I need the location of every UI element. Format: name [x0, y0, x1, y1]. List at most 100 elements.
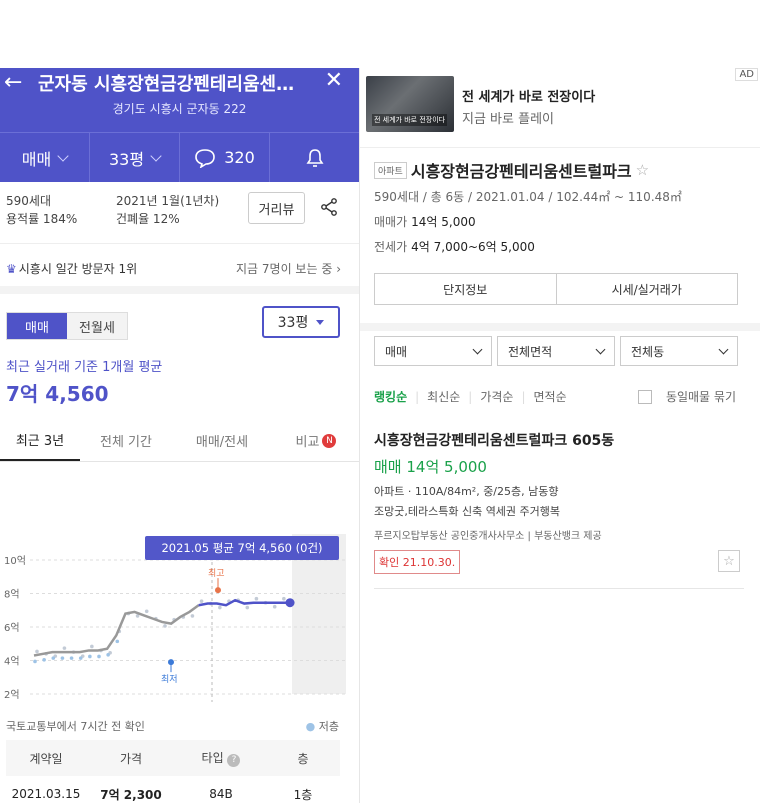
chevron-down-icon [57, 149, 69, 162]
built-date: 2021년 1월(1년차) [116, 194, 220, 208]
visitor-banner[interactable]: ♛ 시흥시 일간 방문자 1위 지금 7명이 보는 중 › [0, 244, 359, 294]
close-icon[interactable]: ✕ [325, 68, 343, 93]
ad-banner[interactable]: 전 세계가 바로 전장이다 전 세계가 바로 전장이다 지금 바로 플레이 AD [360, 68, 760, 148]
back-arrow-icon[interactable]: ← [4, 70, 22, 95]
current-point [285, 598, 295, 608]
tab-recent-3y[interactable]: 최근 3년 [0, 420, 80, 461]
street-view-button[interactable]: 거리뷰 [248, 192, 305, 224]
listing-item[interactable]: 시흥장현금강펜테리움센트럴파크 605동 매매 14억 5,000 아파트 · … [374, 430, 744, 574]
market-price-button[interactable]: 시세/실거래가 [557, 274, 738, 304]
ad-title: 전 세계가 바로 전장이다 [462, 90, 596, 105]
data-source: 국토교통부에서 7시간 전 확인 [6, 720, 145, 733]
area-filter-label: 전체면적 [508, 344, 553, 359]
comment-count: 320 [224, 148, 255, 167]
deal-dot [62, 646, 67, 650]
low-marker [168, 659, 174, 666]
ad-subtitle: 지금 바로 플레이 [462, 112, 554, 127]
deal-dot [282, 596, 286, 601]
segment-sale[interactable]: 매매 [7, 313, 67, 339]
sale-price-line: 매매가 14억 5,000 [374, 213, 754, 230]
building-filter[interactable]: 전체동 [620, 336, 738, 366]
y-tick-label: 6억 [4, 622, 20, 634]
cell-price: 7억 2,300 [100, 787, 162, 802]
complex-info-button[interactable]: 단지정보 [375, 274, 557, 304]
tab-compare[interactable]: 비교 N [272, 420, 359, 461]
divider [360, 323, 760, 331]
comments-button[interactable]: 320 [180, 133, 270, 182]
rent-price-value: 4억 7,000~6억 5,000 [411, 240, 535, 254]
tooltip-text: 2021.05 평균 7억 4,560 (0건) [161, 541, 322, 555]
price-chart[interactable]: 10억8억6억4억2억최고최저2021.05 평균 7억 4,560 (0건)분… [0, 462, 359, 745]
col-type: 타입 ? [176, 749, 266, 767]
deal-dot [272, 604, 277, 609]
complex-name: 시흥장현금강펜테리움센트럴파크 [410, 162, 632, 181]
tab-compare-label: 비교 [295, 435, 320, 450]
y-tick-label: 4억 [4, 656, 20, 668]
group-same-listing-toggle[interactable]: 동일매물 묶기 [637, 388, 744, 405]
area-dropdown-label: 33평 [277, 315, 309, 331]
y-tick-label: 10억 [4, 555, 26, 567]
visitor-rank: 시흥시 일간 방문자 1위 [18, 262, 138, 276]
divider [374, 588, 744, 589]
area-filter[interactable]: 전체면적 [497, 336, 615, 366]
tab-sale-rent[interactable]: 매매/전세 [172, 420, 272, 461]
chevron-down-icon [595, 344, 606, 355]
page-title: 군자동 시흥장현금강펜테리움센트럴파크 [38, 74, 308, 95]
low-floor-dot [69, 656, 74, 660]
sort-divider: | [415, 389, 420, 404]
listing-spec: 아파트 · 110A/84m², 중/25층, 남동향 [374, 485, 559, 498]
average-price: 7억 4,560 [6, 382, 109, 406]
y-tick-label: 8억 [4, 589, 20, 601]
sort-ranking[interactable]: 랭킹순 [374, 388, 407, 405]
households: 590세대 [6, 194, 51, 208]
checkbox[interactable] [637, 389, 652, 404]
ad-badge: AD [735, 68, 758, 81]
trade-segment-area: 매매 전월세 33평 [0, 294, 359, 340]
sale-price-label: 매매가 [374, 215, 408, 229]
star-icon[interactable]: ☆ [636, 161, 649, 179]
viewing-now: 지금 7명이 보는 중 [236, 262, 333, 276]
crown-icon: ♛ [6, 262, 17, 276]
price-chart-svg: 10억8억6억4억2억최고최저2021.05 평균 7억 4,560 (0건)분… [0, 534, 346, 745]
complex-meta: 590세대 / 총 6동 / 2021.01.04 / 102.44㎡ ~ 11… [374, 190, 682, 204]
deal-dot [144, 609, 149, 614]
complex-buttons: 단지정보 시세/실거래가 [374, 273, 738, 305]
low-label: 최저 [161, 674, 178, 685]
segment-rent[interactable]: 전월세 [67, 313, 127, 339]
type-tag: 아파트 [374, 161, 407, 179]
right-panel: 전 세계가 바로 전장이다 전 세계가 바로 전장이다 지금 바로 플레이 AD… [360, 68, 760, 803]
chevron-down-icon [150, 149, 162, 162]
area-dropdown[interactable]: 33평 [262, 306, 340, 338]
notification-button[interactable] [270, 133, 359, 182]
y-tick-label: 2억 [4, 689, 20, 701]
deal-dot [90, 644, 94, 649]
share-icon[interactable] [320, 198, 338, 216]
area-select[interactable]: 33평 [90, 133, 180, 182]
high-label: 최고 [208, 568, 225, 579]
help-icon[interactable]: ? [227, 754, 241, 767]
chevron-down-icon [718, 344, 729, 355]
listing-description: 조망굿,테라스특화 신축 역세권 주거행복 [374, 505, 561, 518]
chevron-right-icon: › [336, 262, 341, 276]
trade-type-select[interactable]: 매매 [0, 133, 90, 182]
confirm-badge: 확인 21.10.30. [374, 550, 461, 574]
bell-icon [306, 148, 323, 167]
sort-area[interactable]: 면적순 [534, 388, 567, 405]
deal-dot [218, 605, 222, 610]
sale-price-value: 14억 5,000 [411, 215, 476, 229]
cell-date: 2021.03.15 [11, 787, 81, 801]
trade-filter[interactable]: 매매 [374, 336, 492, 366]
floor-area-ratio: 용적률 184% [6, 212, 78, 226]
low-floor-dot [33, 659, 37, 664]
sort-price[interactable]: 가격순 [480, 388, 513, 405]
tab-all-period[interactable]: 전체 기간 [80, 420, 172, 461]
favorite-star-icon[interactable]: ☆ [718, 550, 740, 572]
table-row: 2021.03.15 7억 2,300 84B 1층 [6, 776, 340, 803]
group-label: 동일매물 묶기 [665, 390, 736, 404]
deals-table: 계약일 가격 타입 ? 층 2021.03.15 7억 2,300 84B 1층 [6, 740, 340, 803]
ad-thumbnail: 전 세계가 바로 전장이다 [366, 76, 454, 132]
left-panel: ← 군자동 시흥장현금강펜테리움센트럴파크 ✕ 경기도 시흥시 군자동 222 … [0, 68, 360, 803]
sort-latest[interactable]: 최신순 [427, 388, 460, 405]
trade-type-label: 매매 [21, 149, 52, 169]
low-floor-dot [106, 652, 110, 657]
